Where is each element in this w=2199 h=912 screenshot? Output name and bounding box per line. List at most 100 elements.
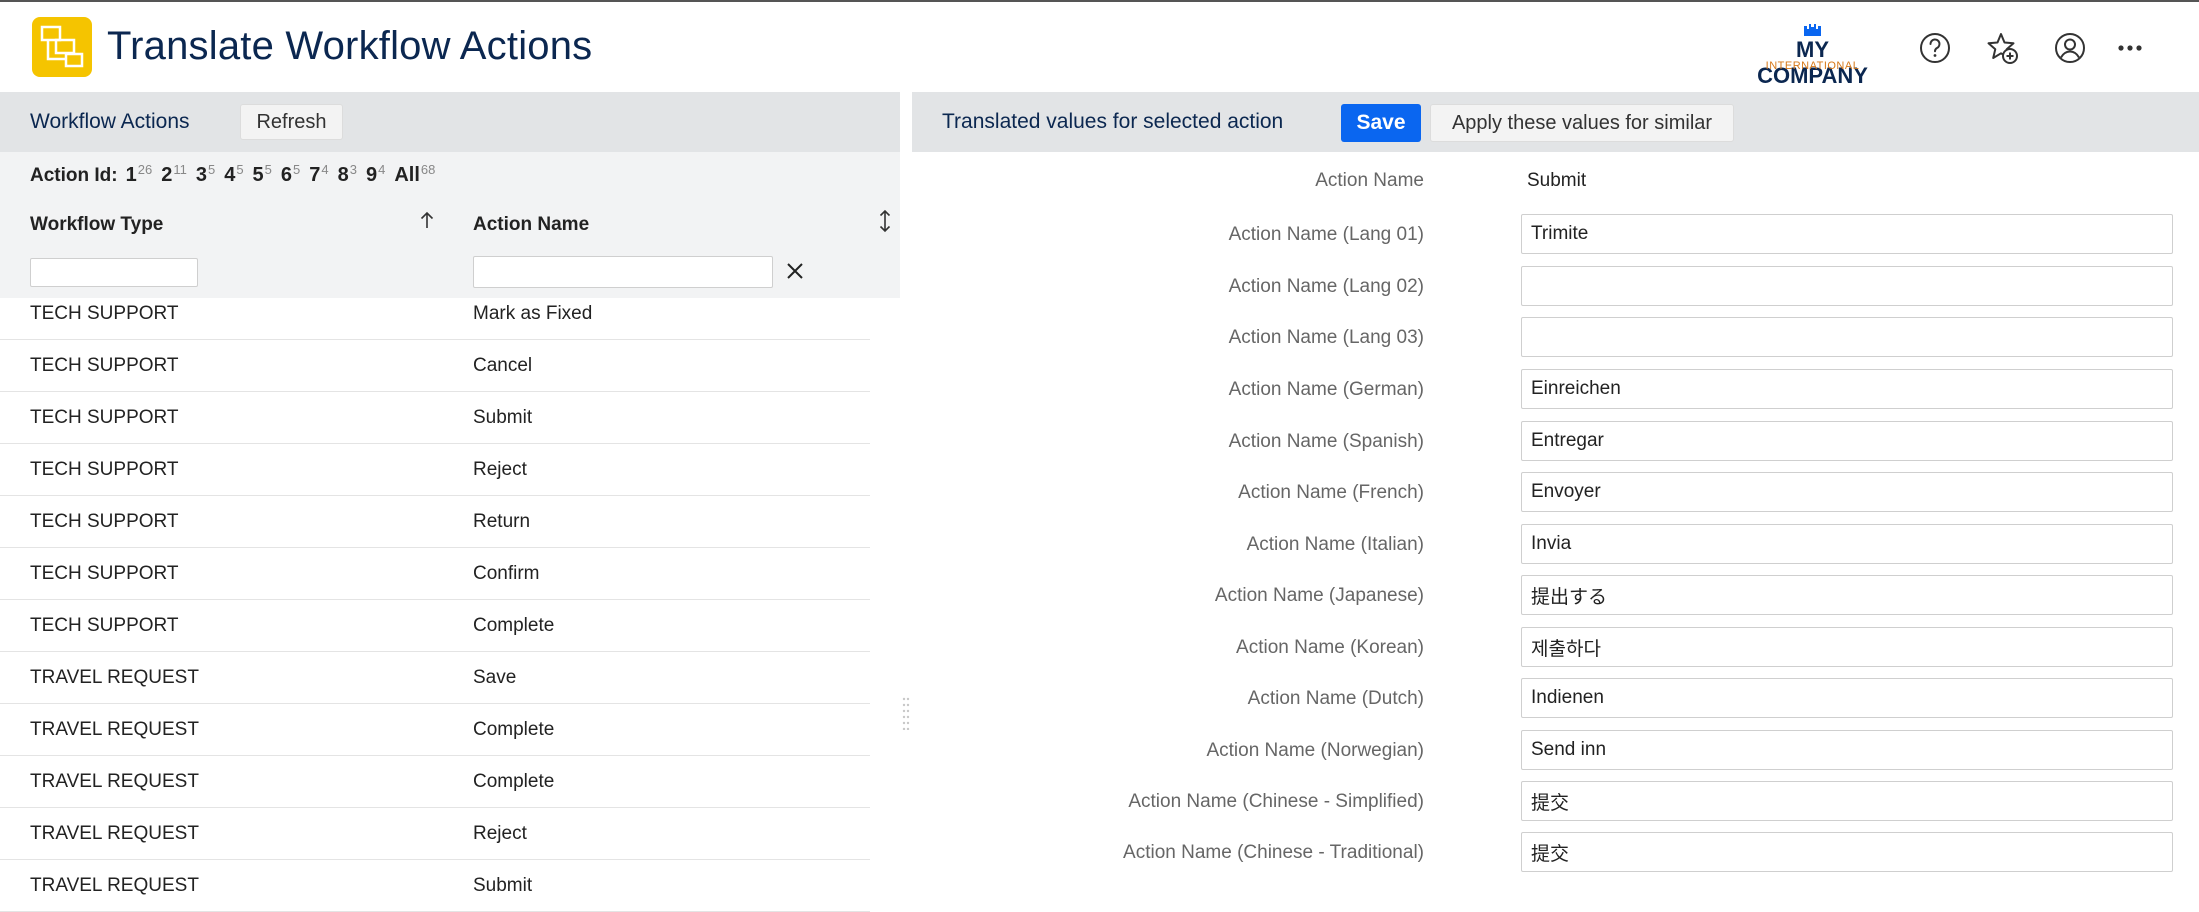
cell-action-name: Save xyxy=(473,667,517,688)
field-label: Action Name (Korean) xyxy=(1236,637,1424,658)
action-name-filter-input[interactable] xyxy=(473,256,773,288)
spanish-input[interactable] xyxy=(1521,421,2173,461)
table-row[interactable]: TRAVEL REQUEST Submit xyxy=(0,860,870,912)
clear-filter-icon[interactable] xyxy=(784,260,806,282)
lang03-input[interactable] xyxy=(1521,317,2173,357)
chinese-simplified-input[interactable] xyxy=(1521,781,2173,821)
chinese-traditional-input[interactable] xyxy=(1521,832,2173,872)
app-workflow-icon xyxy=(32,17,92,77)
action-id-filter-bar: Action Id: 126 211 35 45 55 65 74 83 94 All68 xyxy=(30,162,444,187)
cell-workflow-type: TRAVEL REQUEST xyxy=(30,667,199,688)
app-header: Translate Workflow Actions MY COMPANY IN… xyxy=(0,2,2199,92)
sort-ascending-icon[interactable] xyxy=(418,210,436,230)
table-row[interactable]: TRAVEL REQUEST Reject xyxy=(0,808,870,860)
field-label: Action Name (Lang 03) xyxy=(1228,327,1424,348)
field-label: Action Name (Dutch) xyxy=(1247,688,1424,709)
action-id-filter-2[interactable]: 211 xyxy=(161,162,196,186)
lang01-input[interactable] xyxy=(1521,214,2173,254)
table-row[interactable]: TRAVEL REQUEST Save xyxy=(0,652,870,704)
cell-workflow-type: TECH SUPPORT xyxy=(30,563,179,584)
cell-action-name: Confirm xyxy=(473,563,540,584)
favorite-add-icon[interactable] xyxy=(1984,30,2020,66)
more-icon[interactable] xyxy=(2112,30,2148,66)
splitter-grip-icon[interactable] xyxy=(902,696,910,730)
workflow-type-filter-input[interactable] xyxy=(30,258,198,287)
help-icon[interactable] xyxy=(1917,30,1953,66)
workflow-actions-toolbar: Workflow Actions Refresh xyxy=(0,92,900,152)
sort-toggle-icon[interactable] xyxy=(876,209,894,233)
norwegian-input[interactable] xyxy=(1521,730,2173,770)
lang02-input[interactable] xyxy=(1521,266,2173,306)
translations-title: Translated values for selected action xyxy=(942,110,1284,133)
italian-input[interactable] xyxy=(1521,524,2173,564)
column-header-action-name[interactable]: Action Name xyxy=(473,214,589,236)
french-input[interactable] xyxy=(1521,472,2173,512)
workflow-actions-grid-header: Action Id: 126 211 35 45 55 65 74 83 94 All68 Work… xyxy=(0,152,900,298)
table-row[interactable]: TECH SUPPORT Mark as Fixed xyxy=(0,298,870,340)
form-row-german: Action Name (German) xyxy=(912,369,2199,421)
field-label: Action Name (Chinese - Traditional) xyxy=(1123,842,1424,863)
field-label: Action Name (Lang 01) xyxy=(1228,224,1424,245)
action-id-filter-3[interactable]: 35 xyxy=(196,162,224,186)
japanese-input[interactable] xyxy=(1521,575,2173,615)
action-id-filter-8[interactable]: 83 xyxy=(338,162,366,186)
german-input[interactable] xyxy=(1521,369,2173,409)
form-row-japanese: Action Name (Japanese) xyxy=(912,575,2199,627)
cell-action-name: Mark as Fixed xyxy=(473,303,593,324)
form-row-lang02: Action Name (Lang 02) xyxy=(912,266,2199,318)
table-row[interactable]: TECH SUPPORT Reject xyxy=(0,444,870,496)
table-row[interactable]: TECH SUPPORT Submit xyxy=(0,392,870,444)
apply-similar-button[interactable]: Apply these values for similar xyxy=(1430,104,1734,142)
cell-action-name: Submit xyxy=(473,875,533,896)
form-row-korean: Action Name (Korean) xyxy=(912,627,2199,679)
korean-input[interactable] xyxy=(1521,627,2173,667)
cell-workflow-type: TECH SUPPORT xyxy=(30,303,179,324)
cell-action-name: Complete xyxy=(473,719,555,740)
cell-workflow-type: TECH SUPPORT xyxy=(30,615,179,636)
field-label: Action Name (Italian) xyxy=(1246,534,1424,555)
table-row[interactable]: TRAVEL REQUEST Complete xyxy=(0,756,870,808)
field-label: Action Name (Japanese) xyxy=(1214,585,1424,606)
page-title: Translate Workflow Actions xyxy=(107,24,593,68)
form-row-spanish: Action Name (Spanish) xyxy=(912,421,2199,473)
cell-workflow-type: TRAVEL REQUEST xyxy=(30,875,199,896)
form-row-french: Action Name (French) xyxy=(912,472,2199,524)
action-id-filter-6[interactable]: 65 xyxy=(281,162,309,186)
form-row-norwegian: Action Name (Norwegian) xyxy=(912,730,2199,782)
action-id-filter-all[interactable]: All68 xyxy=(394,162,444,186)
save-button[interactable]: Save xyxy=(1341,104,1421,142)
form-row-dutch: Action Name (Dutch) xyxy=(912,678,2199,730)
dutch-input[interactable] xyxy=(1521,678,2173,718)
cell-action-name: Complete xyxy=(473,615,555,636)
action-id-filter-5[interactable]: 55 xyxy=(253,162,281,186)
field-label: Action Name (Lang 02) xyxy=(1228,276,1424,297)
action-id-filter-1[interactable]: 126 xyxy=(126,162,162,186)
table-row[interactable]: TECH SUPPORT Confirm xyxy=(0,548,870,600)
account-icon[interactable] xyxy=(2052,30,2088,66)
field-label: Action Name (German) xyxy=(1228,379,1424,400)
cell-action-name: Reject xyxy=(473,823,527,844)
field-label: Action Name (Spanish) xyxy=(1228,431,1424,452)
table-row[interactable]: TECH SUPPORT Return xyxy=(0,496,870,548)
action-id-filter-7[interactable]: 74 xyxy=(309,162,337,186)
action-id-label: Action Id: xyxy=(30,165,118,187)
cell-workflow-type: TRAVEL REQUEST xyxy=(30,719,199,740)
column-header-workflow-type[interactable]: Workflow Type xyxy=(30,214,163,236)
action-name-label: Action Name xyxy=(1315,170,1424,191)
table-row[interactable]: TECH SUPPORT Cancel xyxy=(0,340,870,392)
cell-workflow-type: TECH SUPPORT xyxy=(30,407,179,428)
form-row-chinese-traditional: Action Name (Chinese - Traditional) xyxy=(912,832,2199,884)
form-row-lang03: Action Name (Lang 03) xyxy=(912,317,2199,369)
cell-action-name: Cancel xyxy=(473,355,533,376)
table-row[interactable]: TECH SUPPORT Complete xyxy=(0,600,870,652)
table-row[interactable]: TRAVEL REQUEST Complete xyxy=(0,704,870,756)
refresh-button[interactable]: Refresh xyxy=(240,104,343,140)
panel-splitter[interactable] xyxy=(900,92,912,911)
action-id-filter-9[interactable]: 94 xyxy=(366,162,394,186)
field-label: Action Name (Chinese - Simplified) xyxy=(1128,791,1424,812)
cell-action-name: Complete xyxy=(473,771,555,792)
cell-workflow-type: TECH SUPPORT xyxy=(30,511,179,532)
cell-action-name: Submit xyxy=(473,407,533,428)
action-id-filter-4[interactable]: 45 xyxy=(224,162,252,186)
logo-subtext: INTERNATIONAL xyxy=(1765,60,1860,72)
